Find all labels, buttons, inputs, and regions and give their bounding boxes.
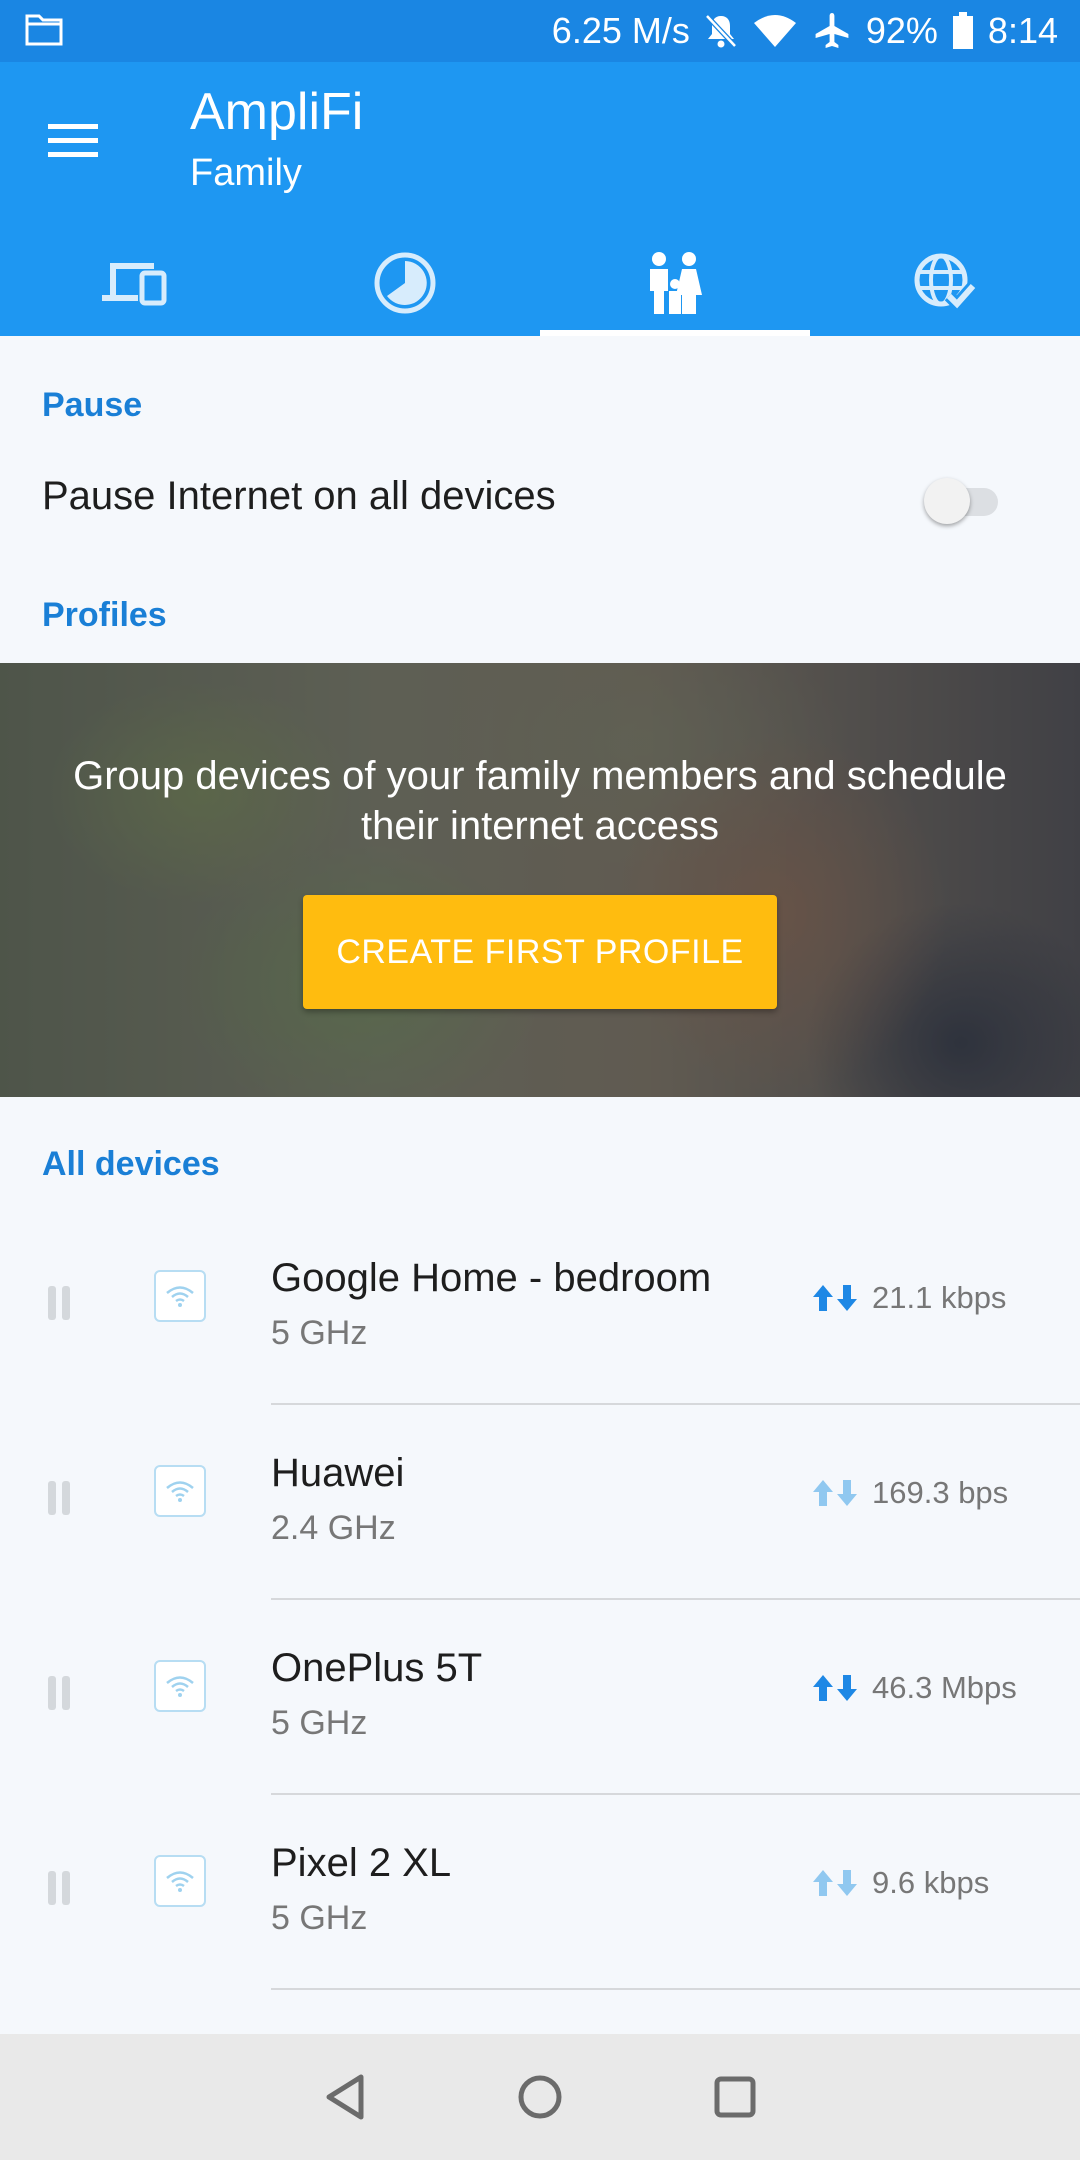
device-name: Pixel 2 XL (271, 1841, 452, 1885)
device-rate-value: 21.1 kbps (872, 1280, 1007, 1315)
system-nav-bar (0, 2034, 1080, 2160)
up-down-arrows-icon (813, 1870, 857, 1896)
home-circle-icon (518, 2075, 562, 2119)
airplane-icon (812, 11, 852, 51)
tab-devices[interactable] (0, 230, 270, 336)
device-rate-value: 9.6 kbps (872, 1865, 990, 1900)
recents-square-icon (714, 2076, 756, 2118)
tab-bar (0, 230, 1080, 336)
devices-icon (102, 263, 167, 306)
up-down-arrows-icon (813, 1480, 857, 1506)
device-name: Google Home - bedroom (271, 1256, 712, 1300)
tab-family[interactable] (540, 230, 810, 336)
up-down-arrows-icon (813, 1675, 857, 1701)
profiles-banner-text: Group devices of your family members and… (73, 754, 1007, 848)
home-button[interactable] (517, 2074, 563, 2120)
folder-icon (24, 13, 64, 52)
device-name: Huawei (271, 1451, 405, 1495)
bell-off-icon (704, 13, 738, 49)
device-rate: 9.6 kbps (812, 1865, 989, 1901)
wifi-device-icon (154, 1465, 206, 1517)
device-rate: 21.1 kbps (812, 1280, 1006, 1316)
device-row[interactable]: Google Home - bedroom 5 GHz 21.1 kbps (0, 1210, 1080, 1405)
pause-section-header: Pause (42, 386, 143, 424)
up-down-arrows-icon (813, 1285, 857, 1311)
internet-check-icon (914, 253, 977, 313)
device-band: 5 GHz (271, 1899, 368, 1937)
wifi-device-icon (154, 1660, 206, 1712)
pause-icon[interactable] (48, 1481, 72, 1520)
back-button[interactable] (323, 2073, 367, 2121)
toggle-thumb (924, 478, 970, 524)
usage-pie-icon (374, 252, 436, 314)
status-bar: 6.25 M/s 92% 8:14 (0, 0, 1080, 62)
battery-icon (952, 12, 974, 50)
wifi-device-icon (154, 1855, 206, 1907)
wifi-icon (752, 13, 798, 49)
tab-usage[interactable] (270, 230, 540, 336)
profiles-banner: Group devices of your family members and… (0, 663, 1080, 1097)
device-band: 5 GHz (271, 1314, 368, 1352)
device-band: 2.4 GHz (271, 1509, 396, 1547)
page-subtitle: Family (190, 152, 302, 194)
device-rate: 169.3 bps (812, 1475, 1008, 1511)
wifi-device-icon (154, 1270, 206, 1322)
hamburger-icon (48, 124, 98, 157)
battery-percent: 92% (865, 10, 938, 51)
device-row[interactable]: Huawei 2.4 GHz 169.3 bps (0, 1405, 1080, 1600)
profiles-section-header: Profiles (42, 596, 167, 634)
back-triangle-icon (326, 2074, 364, 2120)
pause-icon[interactable] (48, 1676, 72, 1715)
divider (271, 1988, 1080, 1990)
network-speed: 6.25 M/s (551, 10, 690, 51)
device-rate-value: 46.3 Mbps (872, 1670, 1017, 1705)
device-band: 5 GHz (271, 1704, 368, 1742)
tab-internet[interactable] (810, 230, 1080, 336)
create-first-profile-button[interactable]: CREATE FIRST PROFILE (303, 895, 777, 1009)
pause-all-label: Pause Internet on all devices (42, 474, 556, 518)
device-rate-value: 169.3 bps (872, 1475, 1009, 1510)
pause-icon[interactable] (48, 1286, 72, 1325)
clock: 8:14 (987, 10, 1058, 51)
device-row[interactable]: Pixel 2 XL 5 GHz 9.6 kbps (0, 1795, 1080, 1990)
all-devices-section-header: All devices (42, 1145, 220, 1183)
device-rate: 46.3 Mbps (812, 1670, 1017, 1706)
app-bar: AmpliFi Family (0, 62, 1080, 336)
pause-icon[interactable] (48, 1871, 72, 1910)
device-row[interactable]: OnePlus 5T 5 GHz 46.3 Mbps (0, 1600, 1080, 1795)
family-icon (650, 252, 702, 314)
menu-button[interactable] (40, 108, 106, 174)
recents-button[interactable] (713, 2075, 757, 2119)
pause-all-toggle[interactable] (924, 478, 1008, 524)
device-name: OnePlus 5T (271, 1646, 483, 1690)
app-title: AmpliFi (190, 83, 364, 141)
